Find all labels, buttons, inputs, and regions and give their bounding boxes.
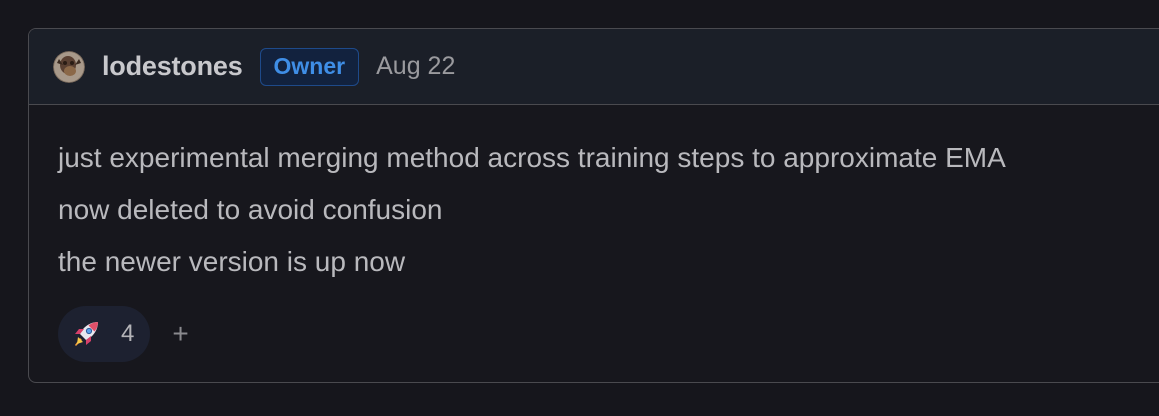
reactions-bar: 4 + bbox=[58, 306, 189, 362]
avatar[interactable] bbox=[53, 50, 85, 83]
role-badge: Owner bbox=[259, 47, 360, 86]
user-avatar-icon bbox=[53, 50, 85, 83]
comment-body-line: now deleted to avoid confusion bbox=[58, 194, 443, 225]
rocket-icon bbox=[75, 322, 98, 346]
comment-author[interactable]: lodestones bbox=[102, 51, 243, 82]
comment-header: lodestones Owner Aug 22 bbox=[29, 29, 1159, 105]
comment-body-line: just experimental merging method across … bbox=[58, 142, 1006, 173]
comment-body: just experimental merging method across … bbox=[58, 132, 1159, 288]
add-reaction-button[interactable]: + bbox=[172, 318, 188, 350]
comment-card: lodestones Owner Aug 22 just experimenta… bbox=[28, 28, 1159, 383]
reaction-count: 4 bbox=[121, 320, 135, 347]
comment-body-line: the newer version is up now bbox=[58, 246, 406, 277]
reaction-rocket-button[interactable]: 4 bbox=[58, 306, 151, 362]
comment-date[interactable]: Aug 22 bbox=[376, 52, 455, 81]
